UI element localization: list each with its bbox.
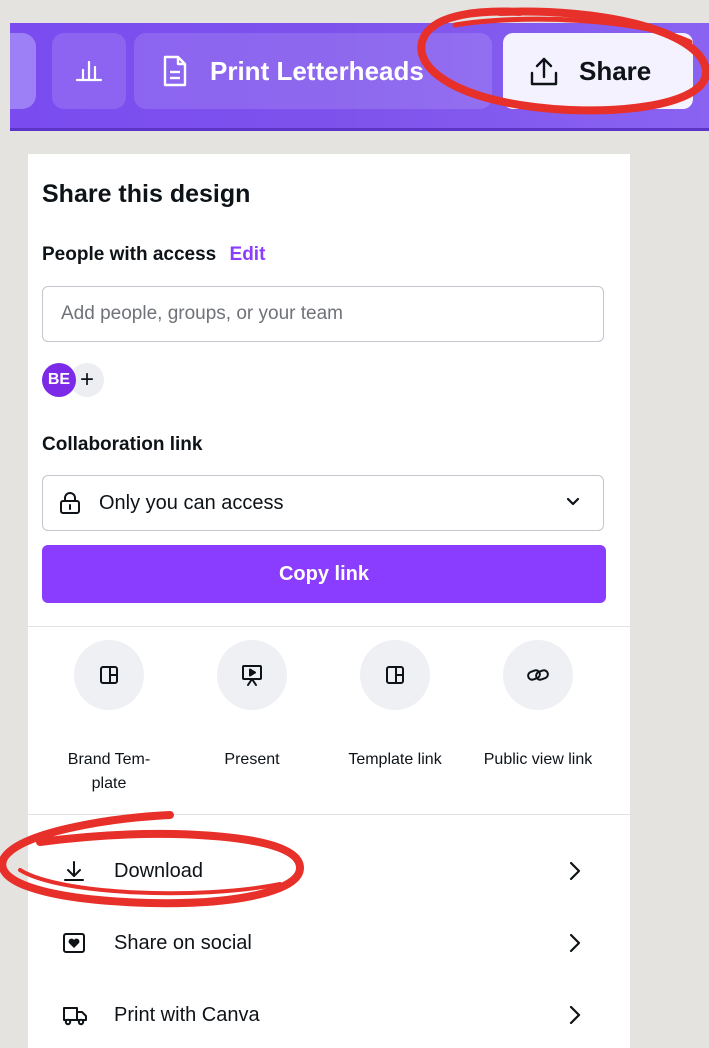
- share-on-social-label: Share on social: [114, 931, 252, 954]
- brand-template-option[interactable]: Brand Tem- plate: [44, 640, 174, 796]
- download-label: Download: [114, 859, 203, 882]
- bar-chart-icon: [74, 54, 104, 89]
- copy-link-button[interactable]: Copy link: [42, 545, 606, 603]
- present-option[interactable]: Present: [187, 640, 317, 772]
- share-button[interactable]: Share: [503, 33, 693, 109]
- document-icon: [162, 55, 188, 87]
- brand-template-label: Brand Tem- plate: [44, 748, 174, 796]
- share-on-social-menu-item[interactable]: Share on social: [42, 918, 602, 968]
- print-with-canva-menu-item[interactable]: Print with Canva: [42, 990, 602, 1040]
- upload-icon: [529, 55, 559, 87]
- print-with-canva-label: Print with Canva: [114, 1003, 260, 1026]
- divider: [28, 814, 630, 815]
- template-link-option[interactable]: Template link: [330, 640, 460, 772]
- template-link-label: Template link: [348, 751, 442, 768]
- add-people-placeholder: Add people, groups, or your team: [61, 303, 344, 324]
- print-letterheads-label: Print Letterheads: [210, 55, 424, 86]
- link-icon: [503, 640, 573, 710]
- download-icon: [62, 859, 98, 883]
- brand-template-label-line2: plate: [91, 775, 127, 792]
- public-view-link-label: Public view link: [483, 751, 593, 768]
- present-icon: [217, 640, 287, 710]
- divider: [28, 626, 630, 627]
- toolbar-button-partial[interactable]: [10, 33, 36, 109]
- avatar[interactable]: BE: [42, 363, 76, 397]
- collaboration-link-value: Only you can access: [99, 491, 284, 514]
- print-letterheads-button[interactable]: Print Letterheads: [134, 33, 492, 109]
- editor-toolbar: Print Letterheads Share: [10, 23, 709, 131]
- people-with-access-label: People with access: [42, 244, 217, 265]
- lock-icon: [59, 491, 81, 515]
- chevron-right-icon: [568, 860, 582, 882]
- truck-icon: [62, 1003, 98, 1027]
- people-with-access-row: People with access Edit: [42, 244, 265, 266]
- edit-access-link[interactable]: Edit: [230, 244, 266, 265]
- heart-icon: [62, 931, 98, 955]
- public-view-link-option[interactable]: Public view link: [473, 640, 603, 772]
- chevron-right-icon: [568, 932, 582, 954]
- brand-template-label-line1: Brand Tem-: [67, 751, 151, 768]
- collaboration-link-select[interactable]: Only you can access: [42, 475, 604, 531]
- chevron-down-icon: [565, 494, 581, 510]
- collaborators-row: BE +: [42, 363, 122, 399]
- chevron-right-icon: [568, 1004, 582, 1026]
- share-panel: Share this design People with access Edi…: [28, 154, 630, 1048]
- panel-title: Share this design: [42, 180, 251, 208]
- present-label: Present: [224, 751, 280, 768]
- template-link-icon: [360, 640, 430, 710]
- share-label: Share: [579, 55, 652, 86]
- collaboration-link-label: Collaboration link: [42, 434, 203, 455]
- template-icon: [74, 640, 144, 710]
- download-menu-item[interactable]: Download: [42, 846, 602, 896]
- insights-button[interactable]: [52, 33, 126, 109]
- add-people-input[interactable]: Add people, groups, or your team: [42, 286, 604, 342]
